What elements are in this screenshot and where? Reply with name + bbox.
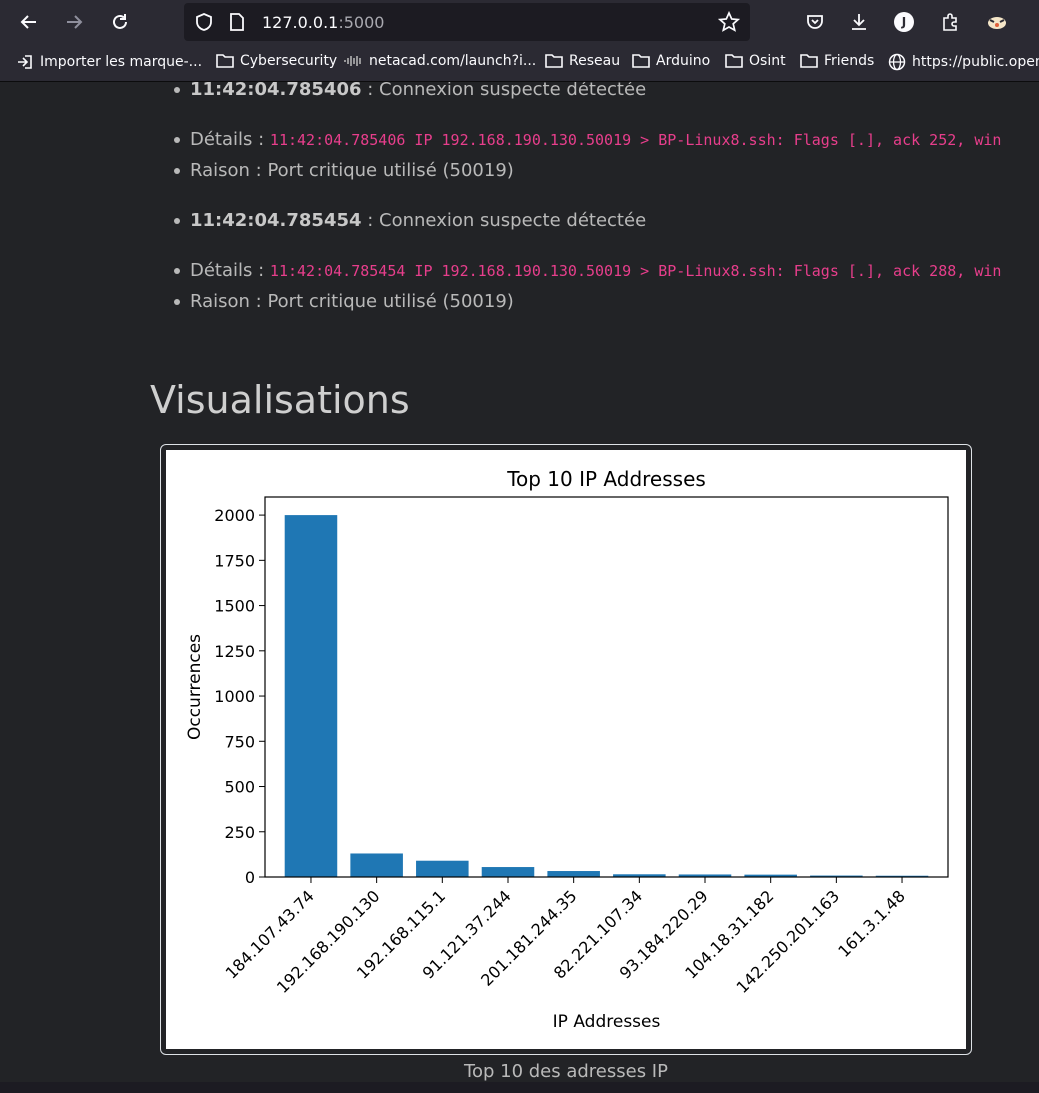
bookmark-osint[interactable]: Osint [725,53,786,69]
bookmark-friends[interactable]: Friends [800,53,874,69]
details-code: 11:42:04.785454 IP 192.168.190.130.50019… [269,262,1002,280]
bookmark-label: Arduino [656,53,711,69]
y-tick-label: 1250 [214,642,255,661]
url-port: :5000 [338,13,385,32]
folder-icon [632,54,650,68]
details-label: Détails : [190,129,270,150]
bookmark-cybersecurity[interactable]: Cybersecurity [216,53,337,69]
y-tick-label: 0 [245,868,255,887]
y-tick-label: 500 [224,778,255,797]
download-icon [852,14,866,30]
alert-message: : Connexion suspecte détectée [361,210,647,231]
alert-heading: 11:42:04.785454 : Connexion suspecte dét… [173,210,647,231]
y-tick-label: 1000 [214,687,255,706]
x-tick-label: 161.3.1.48 [834,886,909,961]
cisco-icon [344,56,361,66]
fox-extension-icon [988,17,1006,29]
bar [284,515,338,877]
section-title: Visualisations [150,378,410,422]
account-button[interactable]: J [888,6,920,38]
page-content: 11:42:04.785406 : Connexion suspecte dét… [0,82,1039,1082]
alert-details: Détails : 11:42:04.785406 IP 192.168.190… [173,129,1002,150]
bar-chart: Top 10 IP Addresses 0 250 500 750 1000 1250 150… [185,467,949,1032]
bookmark-label: Osint [749,53,786,69]
downloads-button[interactable] [843,6,875,38]
avatar: J [894,12,914,32]
taskbar-edge [0,1082,1039,1093]
alert-details: Détails : 11:42:04.785454 IP 192.168.190… [173,260,1002,281]
bar [350,853,403,877]
bookmark-label: Importer les marque-... [40,54,203,70]
chart-title: Top 10 IP Addresses [506,467,706,491]
shield-icon[interactable] [194,12,214,32]
browser-toolbar: 127.0.0.1:5000 J [0,0,1039,44]
bookmark-reseau[interactable]: Reseau [545,53,620,69]
forward-button[interactable] [58,6,90,38]
bar [547,871,600,877]
y-tick-label: 1750 [214,551,255,570]
y-tick-label: 250 [224,823,255,842]
alert-reason: Raison : Port critique utilisé (50019) [174,291,514,312]
details-label: Détails : [190,260,270,281]
chart-card: Top 10 IP Addresses 0 250 500 750 1000 1250 150… [160,444,972,1055]
import-icon [18,55,32,69]
folder-icon [725,54,743,68]
bookmark-netacad[interactable]: netacad.com/launch?i... [343,53,536,69]
y-tick-label: 2000 [214,506,255,525]
y-axis-label: Occurrences [185,634,205,740]
folder-icon [800,54,818,68]
alert-message: : Connexion suspecte détectée [361,82,647,100]
url-text[interactable]: 127.0.0.1:5000 [262,13,384,32]
y-tick-label: 1500 [214,597,255,616]
chart-caption: Top 10 des adresses IP [464,1061,668,1082]
bookmarks-bar: Importer les marque-... Cybersecurity ne… [0,44,1039,82]
chart-image: Top 10 IP Addresses 0 250 500 750 1000 1250 150… [166,450,966,1049]
arrow-left-icon [20,15,36,29]
reload-button[interactable] [104,6,136,38]
bookmark-arduino[interactable]: Arduino [632,53,710,69]
url-bar[interactable]: 127.0.0.1:5000 [184,3,750,41]
alert-heading: 11:42:04.785406 : Connexion suspecte dét… [173,82,647,100]
bookmark-label: Cybersecurity [240,53,338,69]
plot-frame [264,496,949,878]
details-code: 11:42:04.785406 IP 192.168.190.130.50019… [269,131,1002,149]
alert-time: 11:42:04.785454 [190,210,362,231]
url-host: 127.0.0.1 [262,13,339,32]
alert-time: 11:42:04.785406 [190,82,362,100]
folder-icon [216,54,234,68]
back-button[interactable] [13,6,45,38]
bookmark-import[interactable]: Importer les marque-... [16,53,202,71]
puzzle-icon [943,13,957,31]
alert-reason: Raison : Port critique utilisé (50019) [174,160,514,181]
bookmark-label: Reseau [569,53,621,69]
reload-icon [113,14,127,29]
folder-icon [545,54,563,68]
arrow-right-icon [67,15,83,29]
bookmark-opendatasoft[interactable]: https://public.opendatasoft.com [888,53,1039,71]
star-icon[interactable] [718,11,740,33]
extension-fox-button[interactable] [981,6,1013,38]
page-icon[interactable] [228,12,246,32]
bookmark-label: https://public.opendatasoft.com [912,54,1039,70]
bookmark-label: netacad.com/launch?i... [369,53,537,69]
bar [481,867,535,877]
x-axis-label: IP Addresses [553,1012,661,1032]
extensions-button[interactable] [934,6,966,38]
y-tick-label: 750 [224,732,255,751]
pocket-button[interactable] [799,6,831,38]
pocket-icon [807,15,823,29]
globe-icon [888,53,906,71]
bookmark-label: Friends [824,53,875,69]
bar [416,860,469,877]
